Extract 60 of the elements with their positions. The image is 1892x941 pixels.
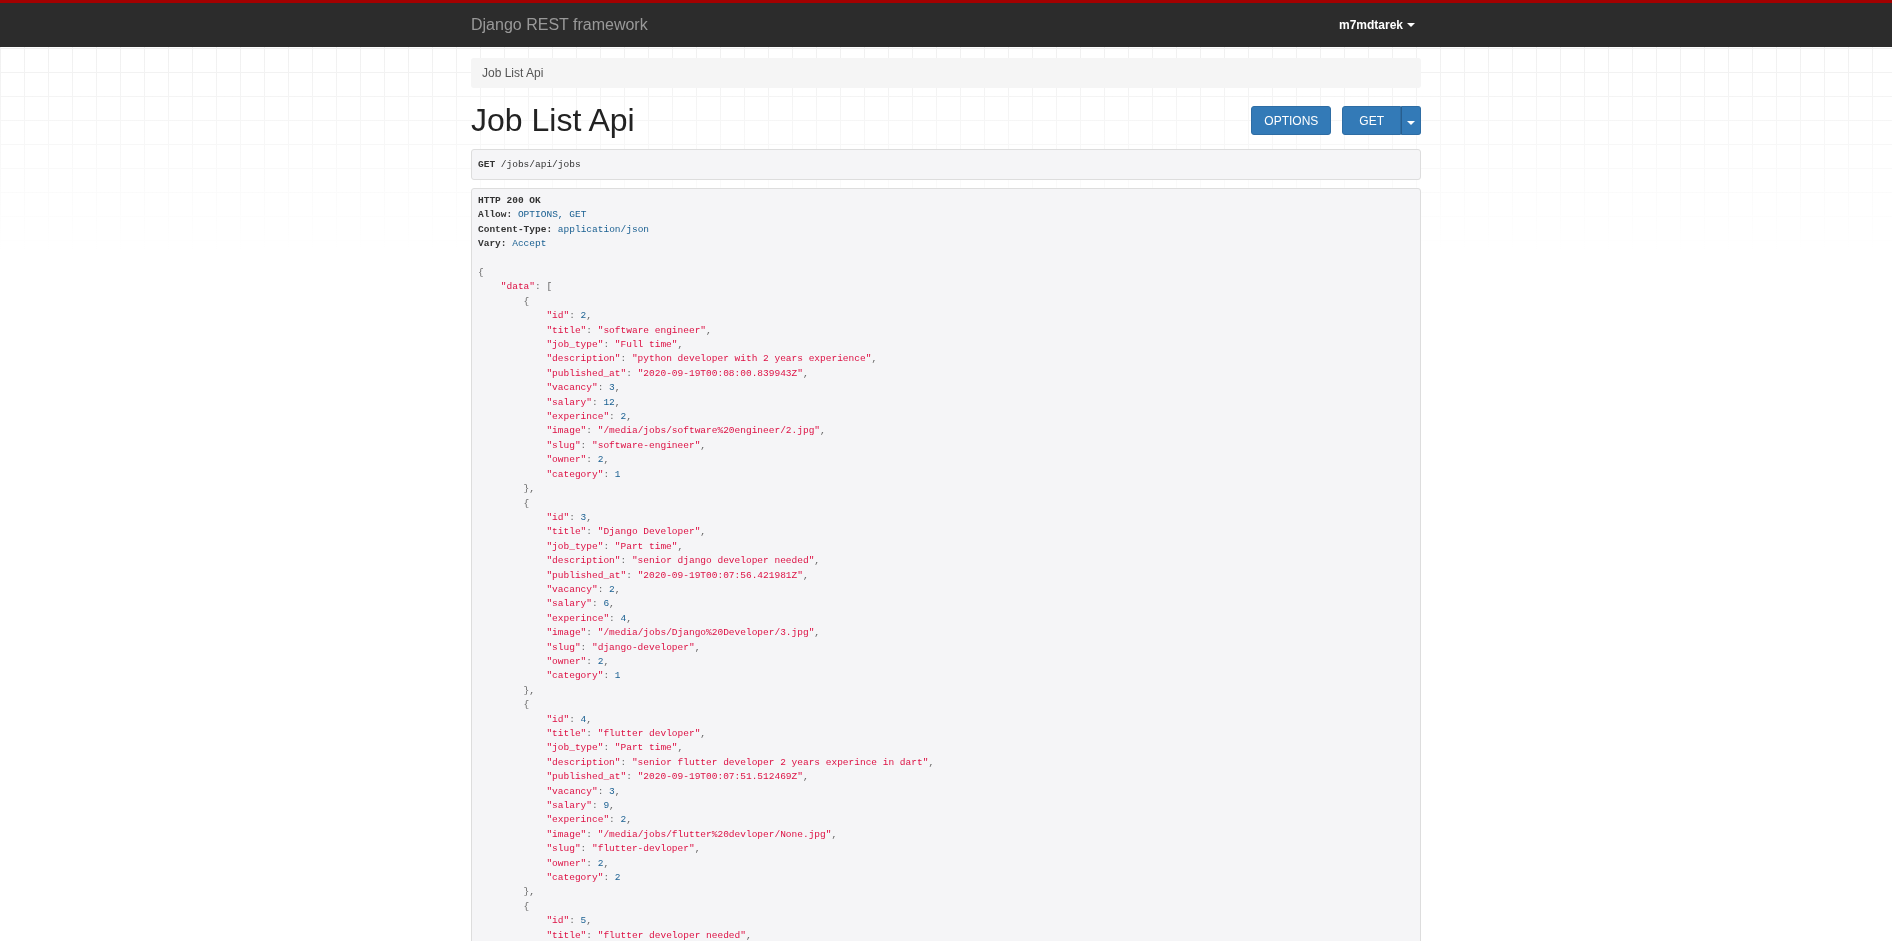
json-line: }, [522,683,536,698]
json-line: "title": "software engineer", [545,323,713,338]
header-line: Allow: OPTIONS, GET [478,208,588,223]
json-line: "vacancy": 3, [545,784,622,799]
json-line: "owner": 2, [545,655,611,669]
header-line: Vary: Accept [478,237,548,252]
json-line: "experince": 4, [545,611,633,626]
json-line: { [522,899,531,914]
json-line: "data": [ [499,280,554,295]
json-line: "title": "flutter developer needed", [545,928,753,941]
caret-icon [1407,23,1415,27]
json-line: "owner": 2, [545,856,611,871]
json-line: "description": "senior flutter developer 2 years experince in dart", [545,755,936,770]
json-line: "description": "senior django developer needed", [545,554,822,569]
dropdown-toggle[interactable] [1401,106,1421,135]
json-line: "image": "/media/jobs/software%20engineer/2.jpg", [545,424,827,439]
json-line: "title": "flutter devloper", [545,727,708,741]
json-line: "id": 2, [545,309,593,324]
json-line: "category": 2 [545,871,622,886]
json-line: "salary": 9, [545,799,616,814]
json-line: { [478,266,485,280]
json-line: "owner": 2, [545,453,611,468]
header-line: Content-Type: application/json [478,222,651,237]
json-line: "salary": 6, [545,597,616,612]
json-line: "experince": 2, [545,410,633,425]
json-line: "description": "python developer with 2 years experience", [545,352,879,367]
json-line: "job_type": "Part time", [545,741,685,756]
json-line: "job_type": "Full time", [545,338,685,353]
get-button[interactable]: GET [1342,106,1401,135]
json-line: { [522,496,531,511]
json-line: "published_at": "2020-09-19T00:07:51.512469Z", [545,770,810,785]
json-line: "slug": "flutter-devloper", [545,842,702,857]
json-line: }, [522,885,536,900]
json-line: "published_at": "2020-09-19T00:07:56.421981Z", [545,568,810,583]
user-menu[interactable]: m7mdtarek [1338,18,1415,32]
breadcrumb-item[interactable]: Job List Api [482,66,544,80]
request-info: GET /jobs/api/jobs [471,149,1421,180]
json-line: "category": 1 [545,669,622,684]
json-line: }, [522,482,536,497]
json-line: "id": 5, [545,914,593,929]
json-line: "vacancy": 3, [545,381,622,396]
json-line: { [522,294,531,309]
json-line: "job_type": "Part time", [545,539,685,554]
json-line: { [522,698,531,713]
status-line: HTTP 200 OK [478,194,542,208]
json-line: "slug": "software-engineer", [545,438,708,453]
json-line: "published_at": "2020-09-19T00:08:00.839943Z", [545,366,810,381]
json-line: "salary": 12, [545,395,622,410]
json-line: "title": "Django Developer", [545,525,708,540]
json-line: "image": "/media/jobs/flutter%20devloper/None.jpg", [545,827,839,842]
json-line: "vacancy": 2, [545,582,622,597]
json-line: "category": 1 [545,467,622,482]
json-line: "slug": "django-developer", [545,640,702,655]
json-line: "experince": 2, [545,813,633,828]
brand-link[interactable]: Django REST framework [471,16,648,34]
json-line: "image": "/media/jobs/Django%20Developer/3.jpg", [545,626,822,641]
json-line: "id": 3, [545,510,593,525]
page-title: Job List Api [471,102,635,139]
json-line: "id": 4, [545,712,593,727]
options-button[interactable]: OPTIONS [1251,106,1332,135]
